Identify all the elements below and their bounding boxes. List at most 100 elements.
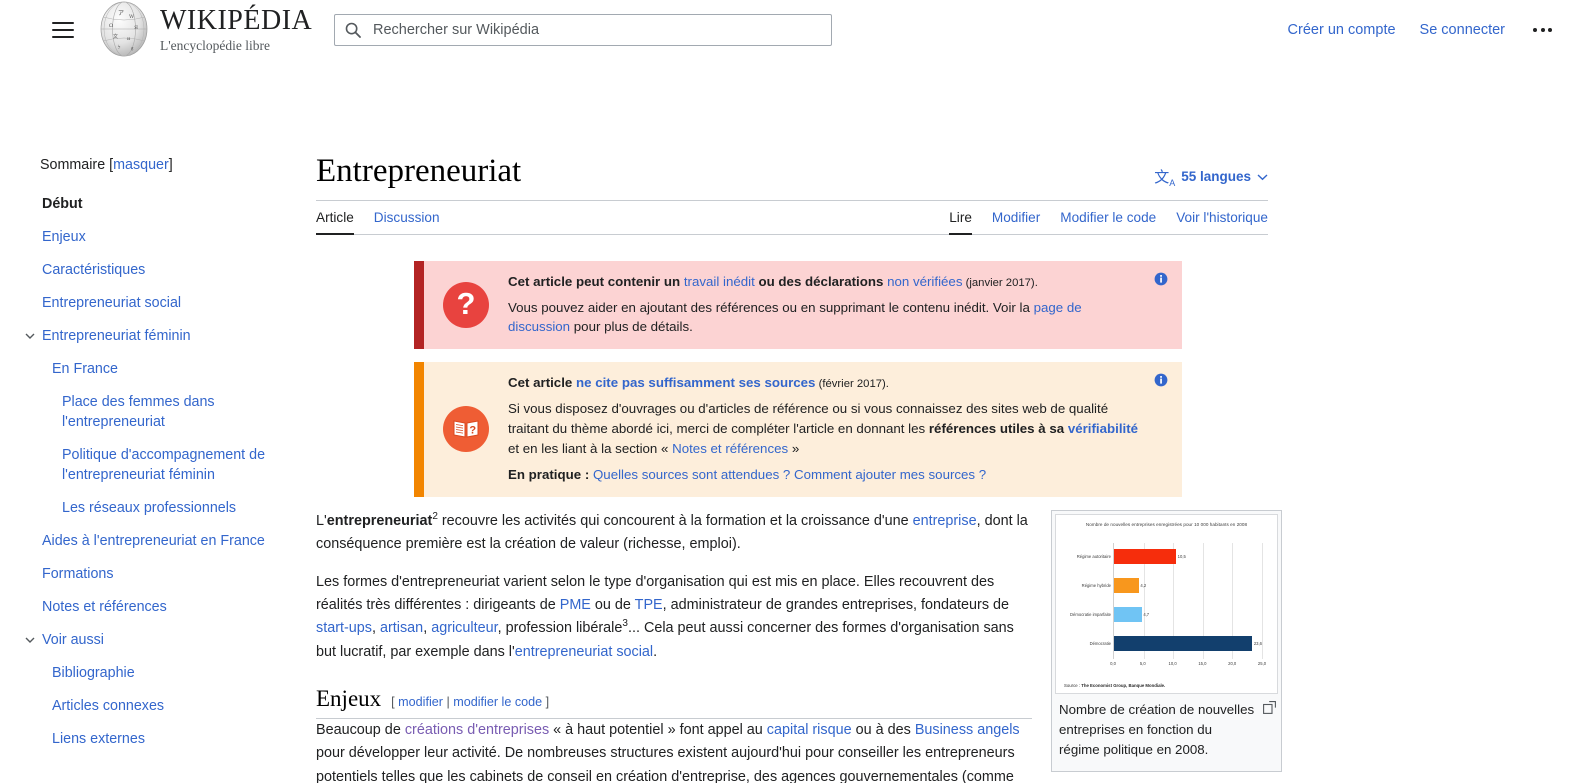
edit-link[interactable]: modifier [398,695,443,709]
chart-category-label: Démocratie [1089,640,1111,646]
toc-item-link[interactable]: Voir aussi [42,632,104,648]
toc-item-link[interactable]: Politique d'accompagnement de l'entrepre… [62,447,265,483]
banner-b2: ou des déclarations [754,273,888,289]
toc-item: Enjeux [40,227,316,247]
toc-item-link[interactable]: Liens externes [52,731,145,747]
info-icon[interactable] [1154,373,1168,387]
tab-voir-l-historique[interactable]: Voir l'historique [1176,210,1268,235]
header-actions: Créer un compte Se connecter [1288,0,1556,60]
hamburger-menu-icon[interactable] [52,17,78,43]
p1-t2: recouvre les activités qui concourent à … [437,513,913,530]
p3-t3: ou à des [851,722,915,739]
toc-item: Place des femmes dans l'entrepreneuriat [40,392,316,432]
toc-item-link: Début [42,196,83,212]
banner-link-non-verifiees[interactable]: non vérifiées [887,274,962,289]
search-box[interactable] [334,14,832,46]
banner-bold-refs: références utiles à sa [928,421,1068,437]
banner-icon-wrap: ? [424,373,508,485]
wikipedia-logo[interactable]: ア W Ω Я 文 и ל ह WIKIPÉDIA L'encyclopédie… [98,1,312,59]
edit-separator: | [446,695,450,710]
tab-lire[interactable]: Lire [949,210,972,235]
chart-bar-row: Démocratie 23,6 [1090,635,1262,651]
link-capital-risque[interactable]: capital risque [767,722,852,738]
toc-item-link[interactable]: En France [52,361,118,377]
toc-item: Début [40,194,316,214]
banner-line-1: Cet article ne cite pas suffisamment ses… [508,373,1142,393]
toc-item-link[interactable]: Entrepreneuriat social [42,295,181,311]
p2-t3: , administrateur de grandes entreprises,… [662,597,1010,614]
chevron-down-icon[interactable] [24,634,36,646]
p1-t1: L' [316,513,327,530]
tab-modifier-le-code[interactable]: Modifier le code [1060,210,1156,235]
link-creations-entreprises[interactable]: créations d'entreprises [405,722,549,738]
link-tpe[interactable]: TPE [635,597,663,613]
toc-item-link[interactable]: Aides à l'entrepreneuriat en France [42,533,265,549]
link-business-angels[interactable]: Business angels [915,722,1020,738]
toc-item-link[interactable]: Articles connexes [52,698,164,714]
link-startups[interactable]: start-ups [316,620,372,636]
expand-icon[interactable] [1263,700,1276,715]
svg-text:ア: ア [118,10,124,17]
p2-t2: ou de [590,597,635,614]
link-entrepreneuriat-social[interactable]: entrepreneuriat social [515,644,653,660]
banner-link-verifiabilite[interactable]: vérifiabilité [1068,421,1138,436]
chart-x-tick-label: 5,0 [1139,661,1146,667]
toc-item: Notes et références [40,597,316,617]
banner-link-ne-cite-pas[interactable]: ne cite pas suffisamment ses sources [576,375,815,390]
toc-item-link[interactable]: Caractéristiques [42,262,145,278]
toc-item: Bibliographie [40,663,316,683]
toc-item-link[interactable]: Enjeux [42,229,86,245]
language-selector-button[interactable]: 文A 55 langues [1154,166,1268,188]
link-agriculteur[interactable]: agriculteur [431,620,497,636]
banner-link-travail-inedit[interactable]: travail inédit [684,274,755,289]
banner-link-notes-references[interactable]: Notes et références [672,441,788,456]
chart-image[interactable]: Nombre de nouvelles entreprises enregist… [1055,514,1278,695]
chart-bar [1114,635,1253,651]
p1-bold-term: entrepreneuriat [326,513,433,530]
toc-title: Sommaire [40,157,106,173]
chevron-down-icon[interactable] [24,330,36,342]
toc-item: Liens externes [40,729,316,749]
banner-text-a: Vous pouvez aider en ajoutant des référe… [508,299,1034,315]
link-pme[interactable]: PME [560,597,591,613]
banner-en-pratique: En pratique : [508,467,593,483]
link-entreprise[interactable]: entreprise [913,513,977,529]
title-divider [316,199,1268,201]
toc-item-link[interactable]: Place des femmes dans l'entrepreneuriat [62,394,215,430]
banner-text: Cet article peut contenir un travail iné… [508,272,1142,338]
edit-bracket-close: ] [545,695,550,710]
banner-text: Cet article ne cite pas suffisamment ses… [508,373,1142,485]
toc-item-link[interactable]: Les réseaux professionnels [62,500,236,516]
toc-item: Politique d'accompagnement de l'entrepre… [40,445,316,485]
toc-item-link[interactable]: Entrepreneuriat féminin [42,328,191,344]
svg-text:Ω: Ω [109,23,113,29]
toc-item-link[interactable]: Notes et références [42,599,167,615]
banner-link-comment-ajouter[interactable]: Comment ajouter mes sources ? [794,467,986,482]
tab-article[interactable]: Article [316,210,354,235]
banner-link-quelles-sources[interactable]: Quelles sources sont attendues ? [593,467,790,482]
banner-b1: Cet article [508,375,576,391]
toc-item: Entrepreneuriat social [40,293,316,313]
wordmark-text: WIKIPÉDIA [160,5,313,37]
page-layout: Sommaire [masquer] Début Enjeux Caractéris… [0,60,1572,783]
link-artisan[interactable]: artisan [380,620,423,636]
toc-toggle-link[interactable]: masquer [113,157,169,173]
toc-item-link[interactable]: Bibliographie [52,665,135,681]
paragraph-enjeux-1: Beaucoup de créations d'entreprises « à … [316,719,1032,783]
ellipsis-icon[interactable] [1529,22,1556,38]
banner-text-b: pour plus de détails. [570,319,693,335]
title-row: Entrepreneuriat 文A 55 langues [316,152,1268,200]
p2-t5: , [423,620,432,637]
banner-line-2: Vous pouvez aider en ajoutant des référe… [508,298,1142,338]
chart-gridline [1262,543,1263,660]
login-link[interactable]: Se connecter [1420,22,1505,38]
search-input[interactable] [371,21,821,39]
create-account-link[interactable]: Créer un compte [1288,22,1396,38]
toc-item: Caractéristiques [40,260,316,280]
edit-source-link[interactable]: modifier le code [453,695,542,709]
tab-discussion[interactable]: Discussion [374,210,440,235]
banner-line-1: Cet article peut contenir un travail iné… [508,272,1142,292]
tab-modifier[interactable]: Modifier [992,210,1040,235]
info-icon[interactable] [1154,272,1168,286]
toc-item-link[interactable]: Formations [42,566,114,582]
